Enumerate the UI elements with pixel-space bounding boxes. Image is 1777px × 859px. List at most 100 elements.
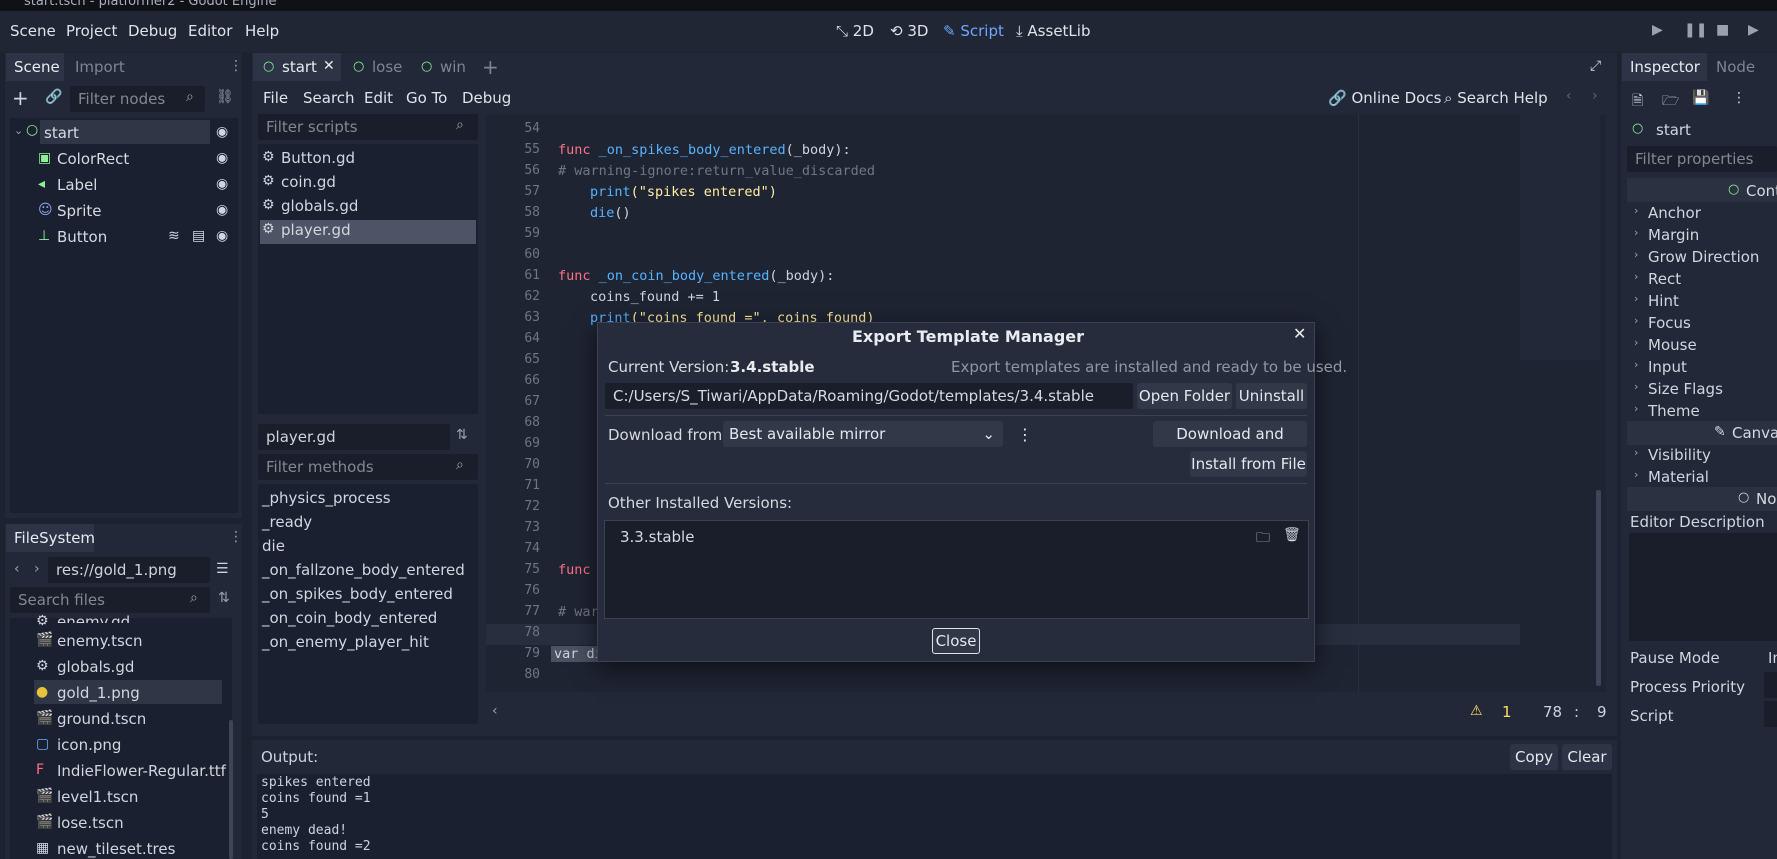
script-item-selected[interactable]: player.gd (281, 221, 351, 239)
inspector-property[interactable]: Focus (1648, 314, 1691, 332)
more-options-icon[interactable]: ⋮ (1017, 425, 1033, 444)
history-back-icon[interactable]: ‹ (1566, 88, 1572, 104)
fullscreen-icon[interactable]: ⤢ (1590, 58, 1601, 74)
prop-visibility[interactable]: Visibility (1648, 446, 1711, 464)
process-priority-field[interactable] (1764, 672, 1777, 698)
online-docs-link[interactable]: 🔗 Online Docs (1328, 89, 1441, 107)
menu-editor[interactable]: Editor (188, 22, 232, 40)
open-folder-button[interactable]: Open Folder (1137, 383, 1232, 409)
save-icon[interactable]: 💾 (1692, 90, 1709, 106)
script-attached-icon[interactable]: ▤ (192, 228, 205, 244)
inspector-property[interactable]: Input (1648, 358, 1687, 376)
script-menu-search[interactable]: Search (303, 89, 355, 107)
open-folder-icon[interactable]: 🗁 (1662, 90, 1679, 114)
file-item[interactable]: globals.gd (57, 658, 134, 676)
method-item[interactable]: _on_enemy_player_hit (262, 633, 429, 651)
method-item[interactable]: _physics_process (262, 489, 391, 507)
filter-nodes-input[interactable]: Filter nodes (70, 86, 205, 112)
uninstall-button[interactable]: Uninstall (1236, 383, 1307, 409)
visibility-icon[interactable]: ◉ (216, 150, 228, 166)
install-from-file-button[interactable]: Install from File (1190, 451, 1307, 477)
file-item[interactable]: enemy.tscn (57, 632, 143, 650)
forward-icon[interactable]: › (34, 561, 40, 577)
sort-icon[interactable]: ⇅ (218, 590, 230, 606)
play-icon[interactable]: ▶ (1652, 22, 1663, 38)
mirror-select[interactable]: Best available mirror ⌄ (723, 421, 1003, 447)
menu-scene[interactable]: Scene (10, 22, 56, 40)
method-item[interactable]: die (262, 537, 285, 555)
visibility-icon[interactable]: ◉ (216, 228, 228, 244)
history-forward-icon[interactable]: › (1592, 88, 1598, 104)
inspector-property[interactable]: Rect (1648, 270, 1681, 288)
filesystem-path-input[interactable]: res://gold_1.png (48, 557, 210, 583)
trash-icon[interactable]: 🗑 (1283, 527, 1301, 543)
script-item[interactable]: globals.gd (281, 197, 358, 215)
minimap[interactable] (1520, 115, 1600, 360)
tab-scene[interactable]: Scene (6, 53, 64, 81)
visibility-icon[interactable]: ◉ (216, 202, 228, 218)
method-item[interactable]: _on_coin_body_entered (262, 609, 437, 627)
tree-node-button[interactable]: Button (57, 228, 107, 246)
instance-scene-icon[interactable]: ⛓ (216, 89, 234, 105)
prop-material[interactable]: Material (1648, 468, 1709, 486)
more-options-icon[interactable]: ⋮ (229, 58, 243, 74)
other-version-item[interactable]: 3.3.stable (620, 528, 694, 546)
link-icon[interactable]: 🔗 (45, 89, 62, 105)
more-options-icon[interactable]: ⋮ (229, 529, 243, 545)
back-icon[interactable]: ‹ (14, 561, 20, 577)
add-tab-icon[interactable]: + (482, 55, 499, 79)
inspector-property[interactable]: Size Flags (1648, 380, 1723, 398)
visibility-icon[interactable]: ◉ (216, 124, 228, 140)
folder-icon[interactable]: 🗀 (1256, 527, 1270, 551)
file-item[interactable]: icon.png (57, 736, 121, 754)
split-view-icon[interactable]: ☰ (216, 561, 229, 577)
visibility-icon[interactable]: ◉ (216, 176, 228, 192)
inspector-property[interactable]: Margin (1648, 226, 1699, 244)
tab-inspector[interactable]: Inspector (1622, 53, 1707, 81)
method-item[interactable]: _ready (262, 513, 312, 531)
tab-node[interactable]: Node (1716, 58, 1755, 76)
menu-help[interactable]: Help (245, 22, 279, 40)
pause-icon[interactable]: ❚❚ (1684, 22, 1707, 38)
horizontal-scroll-left-icon[interactable]: ‹ (492, 703, 498, 719)
warning-icon[interactable]: ⚠ (1470, 703, 1483, 719)
script-menu-edit[interactable]: Edit (364, 89, 393, 107)
chevron-down-icon[interactable]: ⌄ (14, 124, 23, 137)
tree-node-sprite[interactable]: Sprite (57, 202, 102, 220)
tab-filesystem[interactable]: FileSystem (6, 524, 95, 552)
sort-icon[interactable]: ⇅ (456, 427, 468, 443)
new-resource-icon[interactable]: 🗎 (1632, 90, 1643, 114)
copy-output-button[interactable]: Copy (1510, 744, 1558, 770)
workspace-3d[interactable]: ⟲ 3D (890, 22, 928, 40)
editor-description-field[interactable] (1629, 533, 1777, 641)
file-item[interactable]: level1.tscn (57, 788, 138, 806)
script-menu-debug[interactable]: Debug (462, 89, 511, 107)
tab-import[interactable]: Import (75, 58, 125, 76)
signal-icon[interactable]: ≋ (168, 228, 180, 244)
inspector-property[interactable]: Mouse (1648, 336, 1697, 354)
method-item[interactable]: _on_spikes_body_entered (262, 585, 453, 603)
section-node[interactable] (1627, 487, 1777, 511)
filter-methods-input[interactable]: Filter methods (258, 454, 478, 480)
script-field[interactable] (1764, 701, 1777, 727)
inspector-property[interactable]: Anchor (1648, 204, 1701, 222)
menu-debug[interactable]: Debug (128, 22, 177, 40)
close-dialog-button[interactable]: Close (932, 628, 980, 654)
menu-project[interactable]: Project (66, 22, 117, 40)
script-menu-goto[interactable]: Go To (406, 89, 447, 107)
more-options-icon[interactable]: ⋮ (1732, 90, 1746, 106)
inspector-property[interactable]: Theme (1648, 402, 1700, 420)
file-item-selected[interactable]: gold_1.png (57, 684, 140, 702)
filter-properties-input[interactable]: Filter properties (1627, 146, 1777, 172)
clear-output-button[interactable]: Clear (1562, 744, 1612, 770)
inspector-property[interactable]: Grow Direction (1648, 248, 1759, 266)
stop-icon[interactable]: ■ (1716, 22, 1729, 38)
workspace-assetlib[interactable]: ⤓ AssetLib (1016, 22, 1090, 40)
workspace-script[interactable]: ✎ Script (943, 22, 1004, 40)
script-menu-file[interactable]: File (263, 89, 288, 107)
file-item[interactable]: enemy.gd (57, 613, 130, 623)
script-item[interactable]: Button.gd (281, 149, 355, 167)
inspector-property[interactable]: Hint (1648, 292, 1679, 310)
tree-node-label[interactable]: Label (57, 176, 97, 194)
script-tab-lose[interactable]: lose (372, 58, 402, 76)
